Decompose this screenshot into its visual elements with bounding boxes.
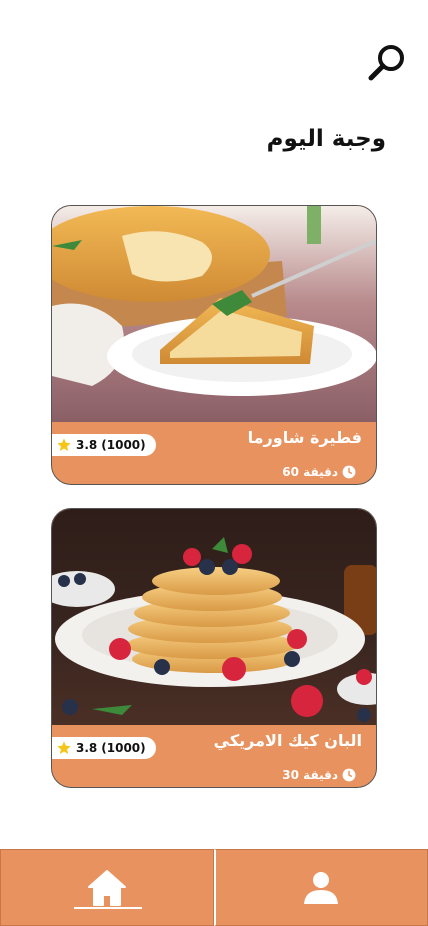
active-indicator (74, 907, 142, 909)
clock-icon (342, 465, 356, 479)
search-icon[interactable] (366, 42, 408, 84)
meal-title: فطيرة شاورما (247, 428, 362, 447)
rating-count: (1000) (101, 438, 146, 452)
rating-count: (1000) (101, 741, 146, 755)
cook-time-label: دقيقة 30 (282, 768, 338, 782)
rating-badge: 3.8 (1000) (52, 737, 156, 759)
cook-time: دقيقة 60 (282, 465, 356, 479)
star-icon (57, 438, 71, 451)
home-icon (87, 869, 126, 906)
rating-badge: 3.8 (1000) (52, 434, 156, 456)
meal-image (52, 206, 376, 422)
nav-profile[interactable] (213, 849, 428, 926)
meal-card[interactable]: فطيرة شاورما 3.8 (1000) دقيقة 60 (51, 205, 377, 485)
cook-time: دقيقة 30 (282, 768, 356, 782)
meal-title: البان كيك الامريكي (213, 731, 362, 750)
rating-value: 3.8 (76, 741, 98, 755)
bottom-nav (0, 849, 428, 926)
meal-card[interactable]: البان كيك الامريكي 3.8 (1000) دقيقة 30 (51, 508, 377, 788)
cook-time-label: دقيقة 60 (282, 465, 338, 479)
meal-image (52, 509, 376, 725)
nav-home[interactable] (0, 849, 214, 926)
section-title: وجبة اليوم (266, 126, 386, 152)
clock-icon (342, 768, 356, 782)
rating-value: 3.8 (76, 438, 98, 452)
star-icon (57, 741, 71, 754)
profile-icon (304, 871, 339, 904)
